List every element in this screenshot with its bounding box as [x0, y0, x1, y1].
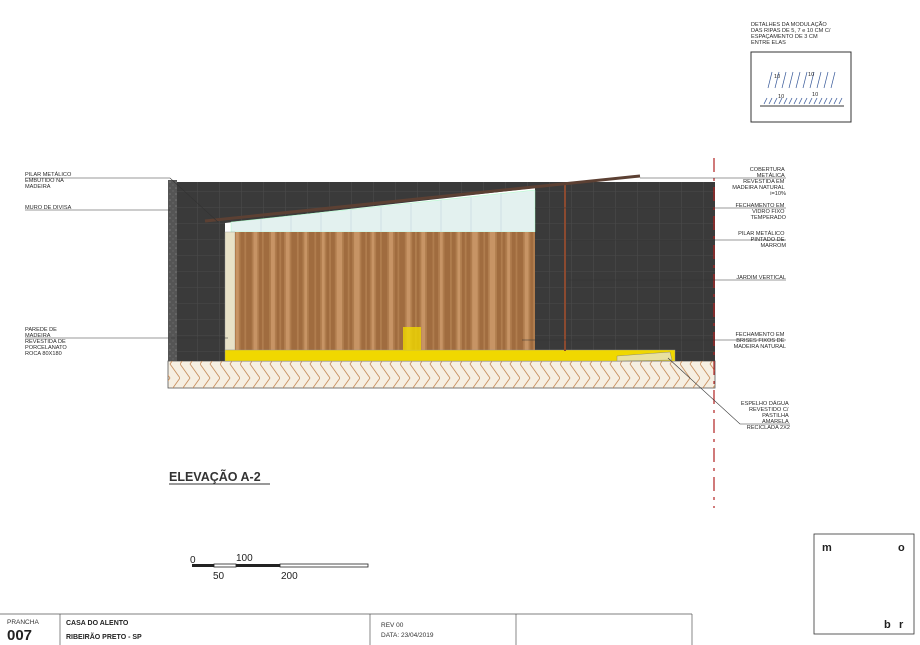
wood-slat [376, 232, 380, 350]
note-muro-divisa: MURO DE DIVISA [25, 205, 72, 211]
detail-label-1: 10 [774, 74, 780, 80]
wood-slat [502, 232, 506, 350]
scale-bar [192, 563, 369, 568]
ground-hatch [168, 361, 715, 388]
wood-slat [367, 232, 370, 350]
wood-slat [336, 232, 343, 350]
note-cobertura: COBERTURA METÁLICA REVESTIDA EM MADEIRA … [732, 167, 786, 197]
wood-slat [326, 232, 330, 350]
elevation-title: ELEVAÇÃO A-2 [169, 469, 261, 484]
wood-slat [343, 232, 348, 350]
wood-slat [361, 232, 366, 350]
note-fechamento-brises: FECHAMENTO EM BRISES FIXOS DE MADEIRA NA… [734, 332, 786, 350]
note-fechamento-vidro: FECHAMENTO EM VIDRO FIXO TEMPERADO [735, 203, 786, 221]
wood-slat [439, 232, 443, 350]
wood-slat [427, 232, 433, 350]
wood-slat [462, 232, 465, 350]
wood-slat [285, 232, 290, 350]
project-location: RIBEIRÃO PRETO - SP [66, 632, 142, 641]
wood-slat [321, 232, 325, 350]
elevation-drawing: PILAR METÁLICO EMBUTIDO NA MADEIRA MURO … [0, 21, 915, 645]
note-pilar-pintado: PILAR METÁLICO PINTADO DE MARROM [738, 230, 786, 249]
drawing-sheet: PILAR METÁLICO EMBUTIDO NA MADEIRA MURO … [0, 0, 920, 645]
wood-slat [466, 232, 471, 350]
wood-slat [291, 232, 297, 350]
wood-slat [246, 232, 252, 350]
wood-slat [271, 232, 275, 350]
wood-slat [253, 232, 258, 350]
wood-slat [308, 232, 315, 350]
wood-slat [507, 232, 510, 350]
wood-slat [389, 232, 393, 350]
scale-label-100: 100 [236, 553, 253, 564]
wood-slat [451, 232, 456, 350]
porcelain-wall [224, 231, 236, 351]
scale-label-0: 0 [190, 555, 196, 566]
wood-slat [485, 232, 488, 350]
project-name: CASA DO ALENTO [66, 620, 129, 627]
revision: REV 00 [381, 622, 404, 629]
wood-slat [298, 232, 303, 350]
note-jardim-vertical: JARDIM VERTICAL [736, 275, 786, 281]
wood-slat [316, 232, 321, 350]
wood-slat [259, 232, 262, 350]
wood-slat [511, 232, 516, 350]
scale-label-200: 200 [281, 571, 298, 582]
yellow-block [403, 327, 421, 350]
wood-slat [394, 232, 398, 350]
wood-slat [240, 232, 245, 350]
logo-letter-r: r [899, 619, 904, 631]
wood-slat [530, 232, 534, 350]
prancha-number: 007 [7, 627, 32, 644]
logo-letter-m: m [822, 542, 832, 554]
wood-slat [517, 232, 523, 350]
detail-label-2: 10 [808, 72, 814, 78]
wood-slat [457, 232, 461, 350]
logo-letter-o: o [898, 542, 905, 554]
logo-letter-b: b [884, 619, 891, 631]
wood-slat [524, 232, 529, 350]
wood-slat [472, 232, 478, 350]
wood-slat [497, 232, 501, 350]
wood-slat [263, 232, 270, 350]
note-pilar-embutido: PILAR METÁLICO EMBUTIDO NA MADEIRA [25, 171, 73, 190]
note-parede-madeira: PAREDE DE MADEIRA REVESTIDA DE PORCELANA… [25, 327, 68, 357]
wood-slat [281, 232, 284, 350]
yellow-strip [224, 349, 676, 362]
note-espelho-dagua: ESPELHO DÁGUA REVESTIDO C/ PASTILHA AMAR… [741, 400, 790, 431]
wood-slat [304, 232, 308, 350]
detail-box [750, 51, 852, 123]
dark-wall-right [535, 182, 715, 361]
wood-slat [381, 232, 388, 350]
wood-slat [354, 232, 360, 350]
detail-caption: DETALHES DA MODULAÇÃO DAS RIPAS DE 5, 7 … [751, 21, 832, 46]
detail-label-4: 10 [812, 92, 818, 98]
wood-slat [276, 232, 280, 350]
wood-slat [479, 232, 484, 350]
wood-slat [330, 232, 335, 350]
wood-slat [489, 232, 496, 350]
wood-slat [444, 232, 450, 350]
wood-slat [349, 232, 353, 350]
wood-slat [236, 232, 239, 350]
wood-slat [434, 232, 439, 350]
prancha-label: PRANCHA [7, 619, 39, 626]
boundary-wall [168, 180, 177, 361]
detail-label-3: 10 [778, 94, 784, 100]
date: DATA: 23/04/2019 [381, 632, 434, 639]
scale-label-50: 50 [213, 571, 225, 582]
wood-slat [421, 232, 426, 350]
wood-slat [371, 232, 375, 350]
